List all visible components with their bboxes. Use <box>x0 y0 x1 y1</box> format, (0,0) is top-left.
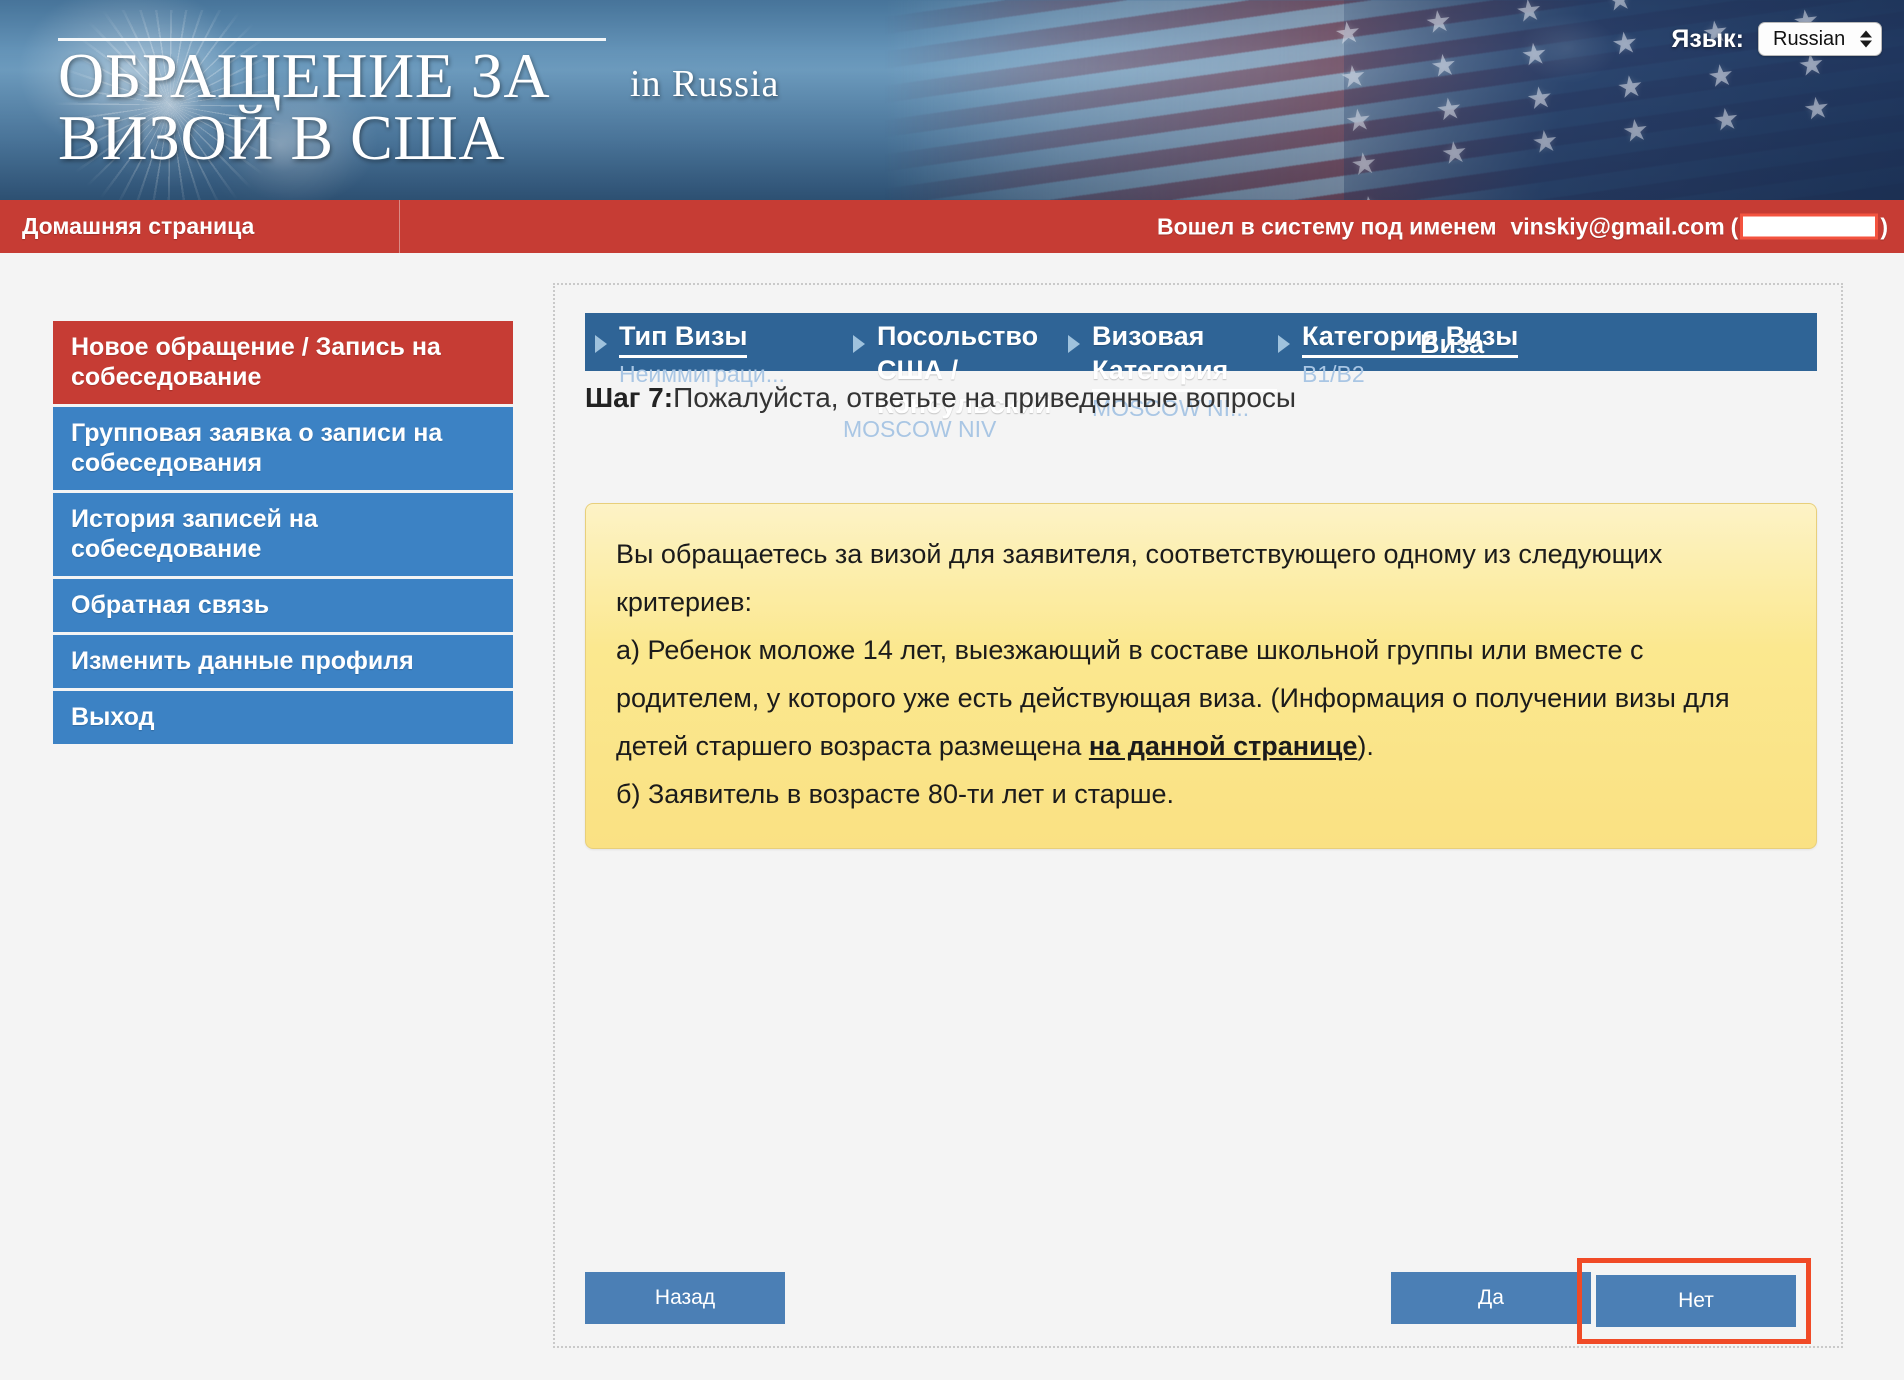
sidebar-item-edit-profile[interactable]: Изменить данные профиля <box>53 635 513 688</box>
paren-open: ( <box>1730 213 1739 239</box>
nav-home-link[interactable]: Домашняя страница <box>0 200 400 253</box>
breadcrumb-step-visa[interactable]: Виза <box>1420 313 1504 371</box>
logged-in-email: vinskiy@gmail.com <box>1510 213 1725 239</box>
language-select-value: Russian <box>1773 27 1846 50</box>
top-navigation-bar: Домашняя страница Вошел в систему под им… <box>0 200 1904 253</box>
chevron-right-icon <box>1068 335 1080 353</box>
language-label: Язык: <box>1671 24 1744 53</box>
language-selector-group: Язык: Russian <box>1671 22 1882 56</box>
paren-close: ) <box>1880 213 1888 239</box>
site-banner: ★ ★ ★ ★ ★ ★ ★ ★ ★ ★ ★ ★ ★ ★ ★ ★ ★ ★ ★ ★ … <box>0 0 1904 200</box>
step-label: Шаг 7 <box>585 382 664 413</box>
chevron-right-icon <box>1278 335 1290 353</box>
main-content-panel: Тип Визы Неиммиграци... Посольство США /… <box>553 283 1843 1348</box>
sidebar-menu: Новое обращение / Запись на собеседовани… <box>53 321 513 747</box>
notice-line-1: Вы обращаетесь за визой для заявителя, с… <box>616 539 1663 617</box>
step-separator: : <box>663 382 674 413</box>
sidebar-item-group-application[interactable]: Групповая заявка о записи на собеседован… <box>53 407 513 490</box>
language-select[interactable]: Russian <box>1758 22 1882 56</box>
breadcrumb: Тип Визы Неиммиграци... Посольство США /… <box>585 313 1817 421</box>
notice-line-3b: б) Заявитель в возрасте 80-ти лет и стар… <box>616 779 1174 809</box>
site-title: ОБРАЩЕНИЕ ЗА ВИЗОЙ В США <box>58 40 551 173</box>
breadcrumb-overflow-value: MOSCOW NIV <box>843 416 997 442</box>
breadcrumb-step-visa-category[interactable]: Визовая Категория MOSCOW NI... <box>1068 313 1278 421</box>
form-button-row: Назад Да Нет <box>585 1258 1811 1344</box>
logged-in-prefix: Вошел в систему под именем <box>1156 213 1497 239</box>
criteria-notice-box: Вы обращаетесь за визой для заявителя, с… <box>585 503 1817 849</box>
breadcrumb-step-embassy[interactable]: Посольство США / Консульский <box>853 313 1068 419</box>
no-button-highlight-box: Нет <box>1577 1258 1811 1344</box>
redacted-username-box <box>1740 213 1879 240</box>
yes-button[interactable]: Да <box>1391 1272 1591 1324</box>
more-info-link[interactable]: на данной странице <box>1089 731 1357 761</box>
chevron-updown-icon <box>1860 30 1872 48</box>
chevron-right-icon <box>595 335 607 353</box>
back-button[interactable]: Назад <box>585 1272 785 1324</box>
sidebar-item-new-application[interactable]: Новое обращение / Запись на собеседовани… <box>53 321 513 404</box>
breadcrumb-step-visa-type[interactable]: Тип Визы Неиммиграци... <box>595 313 853 387</box>
notice-line-2-end: ). <box>1357 731 1374 761</box>
sidebar-item-feedback[interactable]: Обратная связь <box>53 579 513 632</box>
site-subtitle: in Russia <box>630 63 780 105</box>
site-title-block: ОБРАЩЕНИЕ ЗА ВИЗОЙ В США <box>58 38 618 173</box>
sidebar-item-logout[interactable]: Выход <box>53 691 513 744</box>
chevron-right-icon <box>853 335 865 353</box>
breadcrumb-step-title: Тип Визы <box>619 319 748 358</box>
breadcrumb-step-title: Виза <box>1420 329 1485 359</box>
sidebar-item-appointment-history[interactable]: История записей на собеседование <box>53 493 513 576</box>
step-instruction: Шаг 7:Пожалуйста, ответьте на приведенны… <box>585 379 1811 442</box>
no-button[interactable]: Нет <box>1596 1275 1796 1327</box>
logged-in-status: Вошел в систему под именем vinskiy@gmail… <box>1157 213 1888 240</box>
step-text: Пожалуйста, ответьте на приведенные вопр… <box>673 382 1297 413</box>
page-body: Новое обращение / Запись на собеседовани… <box>0 253 1904 1380</box>
